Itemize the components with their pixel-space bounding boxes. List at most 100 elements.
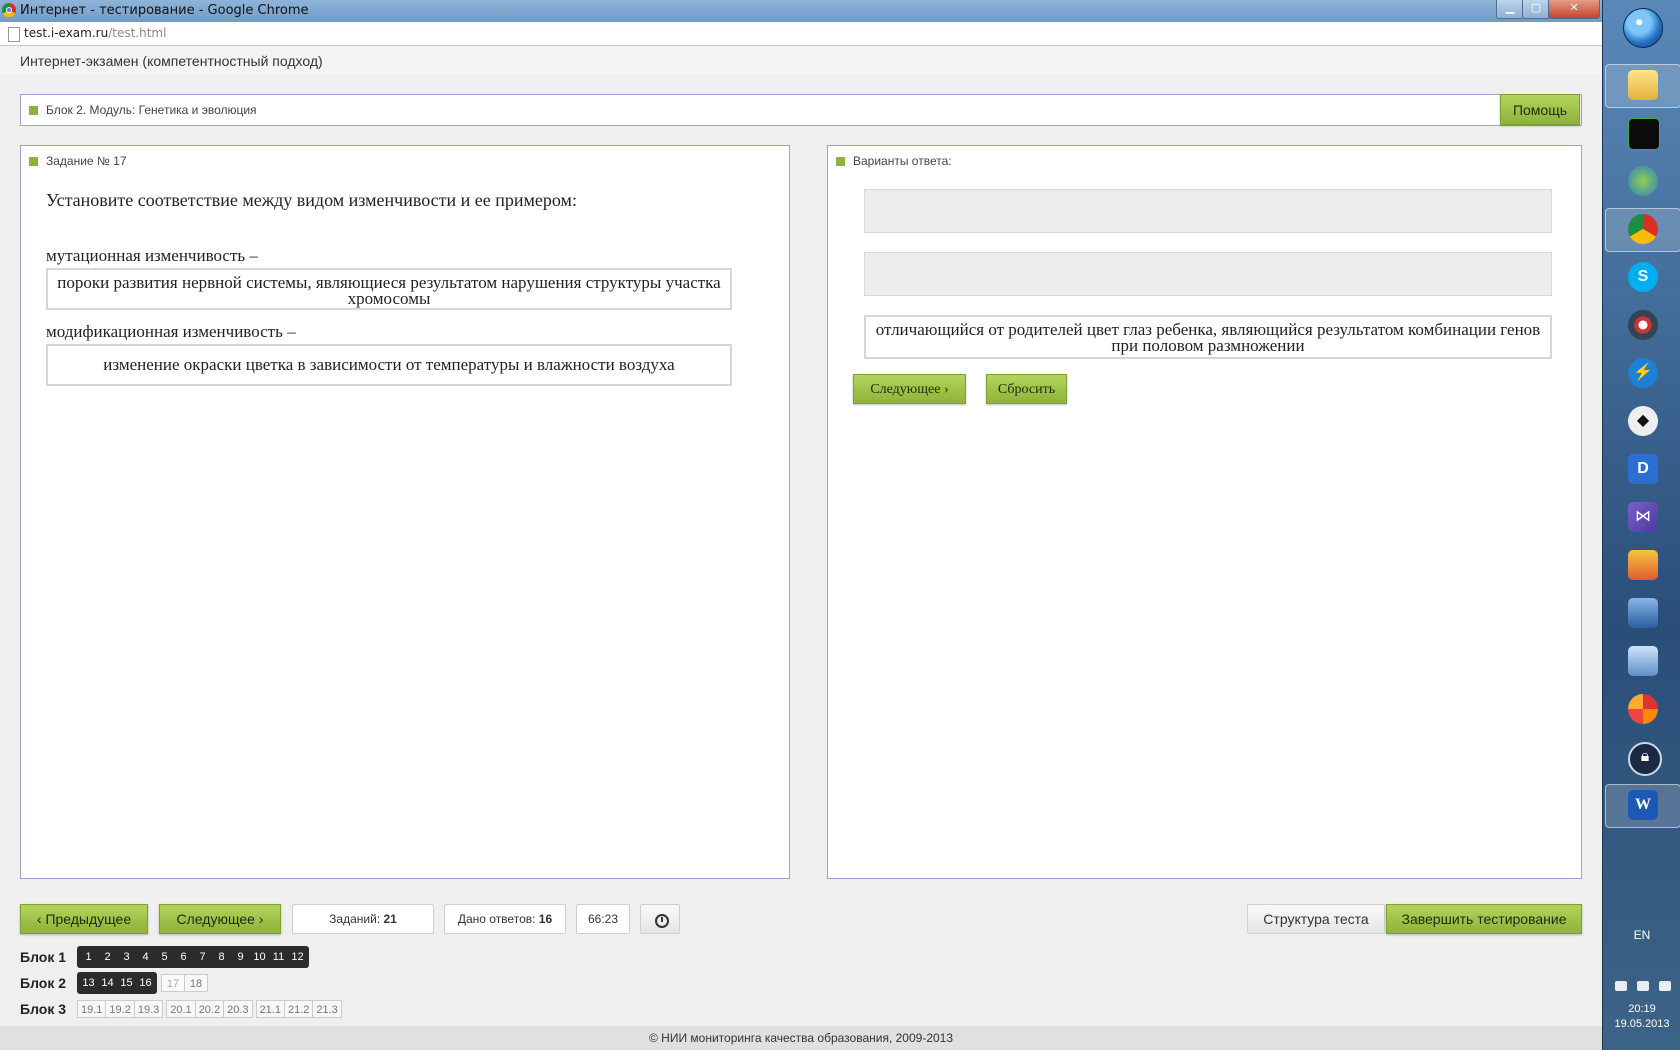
tray-network-icon[interactable] (1637, 981, 1649, 991)
answered-count-value: 16 (538, 912, 553, 926)
answered-group: 1 2 3 4 5 6 7 8 9 10 11 12 (77, 946, 309, 968)
previous-button[interactable]: ‹ Предыдущее (20, 904, 148, 934)
question-nav-item[interactable]: 12 (288, 948, 307, 966)
footer-copyright: © НИИ мониторинга качества образования, … (0, 1026, 1602, 1050)
task-label: Задание № 17 (29, 154, 127, 168)
finish-test-button[interactable]: Завершить тестирование (1386, 904, 1582, 934)
visual-studio-icon[interactable]: ⋈ (1628, 502, 1658, 532)
network-icon[interactable] (1628, 166, 1658, 196)
clock-icon (655, 914, 669, 928)
word-icon[interactable]: W (1628, 790, 1658, 820)
answers-panel: Варианты ответа: отличающийся от родител… (827, 145, 1582, 879)
answer-slot-2[interactable]: изменение окраски цветка в зависимости о… (46, 344, 732, 386)
test-structure-button[interactable]: Структура теста (1247, 904, 1385, 934)
lightning-icon[interactable]: ⚡ (1628, 358, 1658, 388)
question-text: Установите соответствие между видом изме… (46, 190, 577, 210)
tray-flag-icon[interactable] (1615, 981, 1627, 991)
question-nav-item[interactable]: 21.2 (283, 1000, 314, 1018)
url-text[interactable]: test.i-exam.ru/test.html (24, 26, 166, 40)
task-panel: Задание № 17 Установите соответствие меж… (20, 145, 790, 879)
chrome-taskbar-icon[interactable] (1628, 214, 1658, 244)
task-label-text: Задание № 17 (46, 154, 127, 168)
block-3-label: Блок 3 (20, 1001, 67, 1017)
tools-icon[interactable] (1628, 550, 1658, 580)
question-nav-item[interactable]: 15 (117, 974, 136, 992)
close-button[interactable]: ✕ (1548, 0, 1600, 19)
url-path: /test.html (108, 26, 167, 40)
daemon-tools-icon[interactable]: D (1628, 454, 1658, 484)
question-nav-item[interactable]: 1 (79, 948, 98, 966)
bullet-square-icon (836, 157, 845, 167)
bullet-square-icon (29, 157, 38, 167)
term-1: мутационная изменчивость – (46, 246, 258, 265)
previous-label: Предыдущее (45, 911, 132, 927)
answers-label-text: Варианты ответа: (853, 154, 952, 168)
question-nav-item[interactable]: 8 (212, 948, 231, 966)
question-nav-item[interactable]: 19.2 (105, 1000, 135, 1018)
question-nav-item[interactable]: 19.1 (77, 1000, 107, 1018)
answer-option[interactable]: отличающийся от родителей цвет глаз ребе… (864, 315, 1552, 359)
language-indicator[interactable]: EN (1603, 928, 1680, 942)
question-nav-item[interactable]: 16 (136, 974, 155, 992)
answer-option-empty[interactable] (864, 189, 1552, 233)
terminal-icon[interactable] (1628, 118, 1660, 150)
question-nav-item[interactable]: 3 (117, 948, 136, 966)
system-clock[interactable]: 20:19 19.05.2013 (1603, 1002, 1680, 1032)
maximize-button[interactable]: ▢ (1522, 0, 1550, 19)
answer-option-empty[interactable] (864, 252, 1552, 296)
question-nav-item[interactable]: 2 (98, 948, 117, 966)
tasks-count-label: Заданий: (329, 912, 381, 926)
question-nav-item[interactable]: 7 (193, 948, 212, 966)
monitor-icon[interactable] (1628, 598, 1658, 628)
reset-button[interactable]: Сбросить (986, 374, 1067, 404)
question-nav-item[interactable]: 20.1 (166, 1000, 196, 1018)
help-button[interactable]: Помощь (1500, 94, 1580, 125)
block-2-nav: 13 14 15 16 17 18 (77, 972, 208, 994)
unanswered-group: 17 18 (161, 972, 208, 994)
question-nav-item[interactable]: 19.3 (133, 1000, 164, 1018)
next-button[interactable]: Следующее › (159, 904, 281, 934)
question-nav-item[interactable]: 21.3 (312, 1000, 342, 1018)
question-nav-item[interactable]: 20.2 (194, 1000, 225, 1018)
answer-next-label: Следующее (870, 382, 941, 397)
question-group: 20.1 20.2 20.3 (166, 998, 253, 1020)
question-nav-item[interactable]: 20.3 (223, 1000, 253, 1018)
question-nav-item[interactable]: 13 (79, 974, 98, 992)
chrome-icon (2, 3, 16, 17)
question-nav-item[interactable]: 21.1 (255, 1000, 285, 1018)
answered-count-label: Дано ответов: (457, 912, 536, 926)
question-nav-item[interactable]: 10 (250, 948, 269, 966)
foobar-icon[interactable]: ◆ (1628, 406, 1658, 436)
answer-next-button[interactable]: Следующее › (853, 374, 966, 404)
tasks-count-value: 21 (383, 912, 397, 926)
timer-toggle-button[interactable] (640, 904, 680, 934)
question-nav-item[interactable]: 9 (231, 948, 250, 966)
start-button[interactable] (1623, 8, 1663, 48)
next-label: Следующее (176, 911, 255, 927)
question-group: 19.1 19.2 19.3 (77, 998, 164, 1020)
question-nav-item[interactable]: 14 (98, 974, 117, 992)
clock-date: 19.05.2013 (1614, 1018, 1670, 1030)
skype-icon[interactable]: S (1628, 262, 1658, 292)
answer-slot-1[interactable]: пороки развития нервной системы, являющи… (46, 268, 732, 310)
block-1-nav: 1 2 3 4 5 6 7 8 9 10 11 12 (77, 946, 309, 968)
question-nav-item[interactable]: 4 (136, 948, 155, 966)
lock-icon[interactable]: 🔒︎ (1628, 742, 1662, 776)
page-icon (8, 27, 20, 42)
media-icon[interactable] (1628, 310, 1658, 340)
tray-volume-icon[interactable] (1659, 981, 1671, 991)
block-label-text: Блок 2. Модуль: Генетика и эволюция (46, 103, 257, 117)
minimize-button[interactable]: ▁ (1496, 0, 1524, 19)
question-nav-item[interactable]: 18 (184, 974, 208, 992)
question-nav-item[interactable]: 11 (269, 948, 288, 966)
ccleaner-icon[interactable] (1628, 694, 1658, 724)
explorer-icon[interactable] (1628, 70, 1658, 100)
question-nav-item-current[interactable]: 17 (161, 974, 185, 992)
window-titlebar: Интернет - тестирование - Google Chrome … (0, 0, 1602, 22)
question-nav-item[interactable]: 6 (174, 948, 193, 966)
tasks-count: Заданий: 21 (292, 904, 434, 934)
address-bar[interactable]: test.i-exam.ru/test.html (0, 22, 1602, 46)
question-nav-item[interactable]: 5 (155, 948, 174, 966)
settings-icon[interactable] (1628, 646, 1658, 676)
page-header: Интернет-экзамен (компетентностный подхо… (0, 47, 1602, 75)
